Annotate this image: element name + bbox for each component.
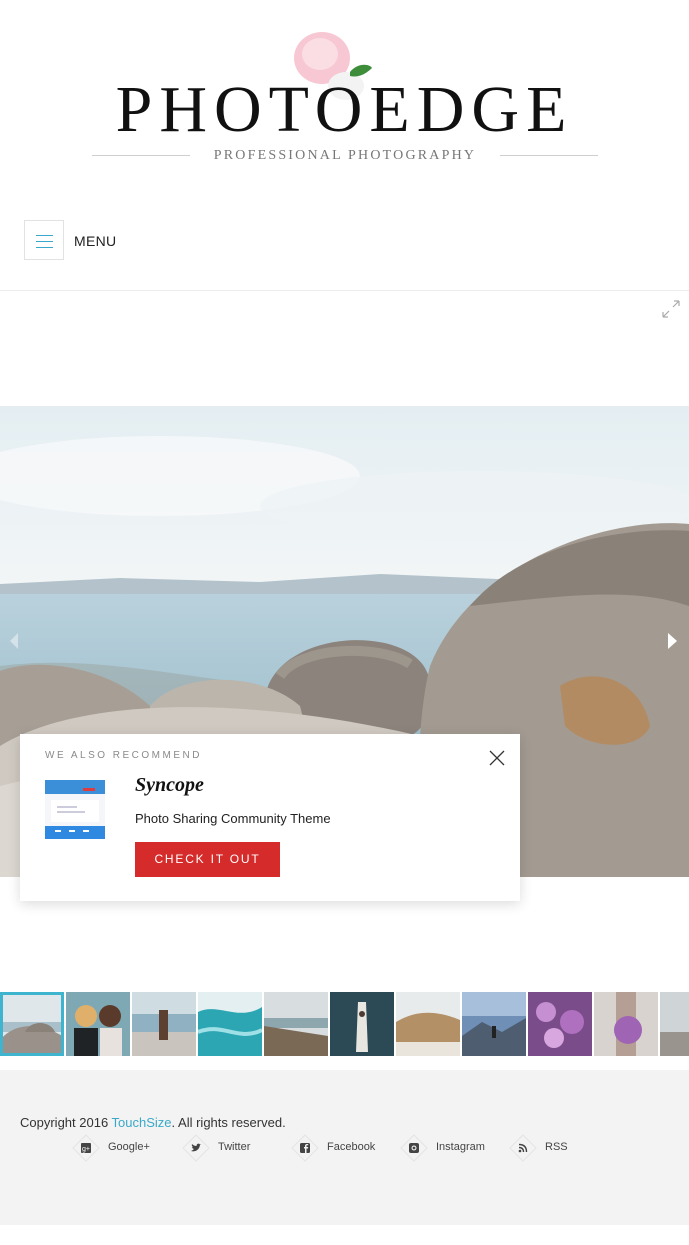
copyright-text: Copyright 2016 TouchSize. All rights res… <box>20 1115 286 1130</box>
thumbnail-item[interactable] <box>594 992 658 1056</box>
rss-icon <box>509 1134 537 1162</box>
copyright-suffix: . All rights reserved. <box>171 1115 286 1130</box>
recommend-heading: WE ALSO RECOMMEND <box>45 750 202 761</box>
fullscreen-expand-icon[interactable] <box>661 299 681 319</box>
menu-toggle-button[interactable] <box>24 220 64 260</box>
thumbnail-item[interactable] <box>396 992 460 1056</box>
twitter-icon <box>182 1134 210 1162</box>
social-label: RSS <box>545 1141 568 1153</box>
recommend-description: Photo Sharing Community Theme <box>135 811 331 826</box>
next-slide-arrow-icon[interactable] <box>664 630 680 652</box>
instagram-icon <box>400 1134 428 1162</box>
menu-label[interactable]: MENU <box>74 233 116 249</box>
check-it-out-button[interactable]: CHECK IT OUT <box>135 842 280 877</box>
hamburger-line <box>36 241 53 242</box>
facebook-icon <box>291 1134 319 1162</box>
hamburger-line <box>36 235 53 236</box>
recommend-theme-thumbnail[interactable] <box>45 780 105 839</box>
subtitle-divider-right <box>500 155 598 156</box>
social-label: Instagram <box>436 1141 485 1153</box>
close-icon[interactable] <box>488 749 506 767</box>
thumbnail-item[interactable] <box>132 992 196 1056</box>
thumbnail-item[interactable] <box>198 992 262 1056</box>
thumbnail-item[interactable] <box>528 992 592 1056</box>
logo-subtitle: PROFESSIONAL PHOTOGRAPHY <box>213 148 477 163</box>
hamburger-line <box>36 247 53 248</box>
site-footer: Copyright 2016 TouchSize. All rights res… <box>0 1070 689 1225</box>
thumbnail-item[interactable] <box>462 992 526 1056</box>
thumbnail-item[interactable] <box>330 992 394 1056</box>
thumbnail-item[interactable] <box>264 992 328 1056</box>
google-plus-icon: g+ <box>72 1134 100 1162</box>
copyright-prefix: Copyright 2016 <box>20 1115 112 1130</box>
site-logo[interactable]: PHOTOEDGE PROFESSIONAL PHOTOGRAPHY <box>0 0 689 185</box>
social-label: Twitter <box>218 1141 251 1153</box>
thumbnail-strip <box>0 992 689 1058</box>
thumbnail-item[interactable] <box>660 992 689 1056</box>
social-label: Facebook <box>327 1141 376 1153</box>
svg-text:g+: g+ <box>82 1146 90 1153</box>
social-label: Google+ <box>108 1141 150 1153</box>
previous-slide-arrow-icon[interactable] <box>6 630 22 652</box>
recommend-popup: WE ALSO RECOMMEND Syncope Photo Sharing … <box>20 734 520 901</box>
logo-title: PHOTOEDGE <box>115 73 574 146</box>
header-divider <box>0 290 689 291</box>
thumbnail-item[interactable] <box>0 992 64 1056</box>
recommend-title[interactable]: Syncope <box>135 774 204 797</box>
logo-subtitle-group: PROFESSIONAL PHOTOGRAPHY <box>92 146 598 166</box>
touchsize-link[interactable]: TouchSize <box>112 1115 172 1130</box>
thumbnail-item[interactable] <box>66 992 130 1056</box>
